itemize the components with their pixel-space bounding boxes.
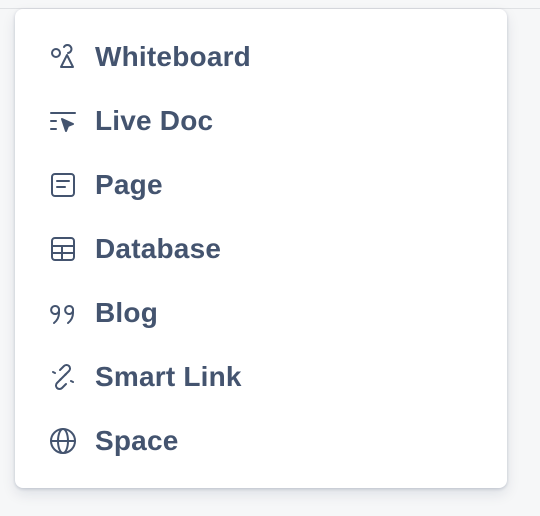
menu-item-label: Whiteboard bbox=[95, 41, 251, 72]
globe-icon bbox=[47, 425, 79, 457]
menu-item-blog[interactable]: Blog bbox=[15, 281, 507, 345]
menu-item-database[interactable]: Database bbox=[15, 217, 507, 281]
link-icon bbox=[47, 361, 79, 393]
menu-item-whiteboard[interactable]: Whiteboard bbox=[15, 25, 507, 89]
page-icon bbox=[47, 169, 79, 201]
whiteboard-shapes-icon bbox=[47, 41, 79, 73]
quote-icon bbox=[47, 297, 79, 329]
create-menu-dropdown: Whiteboard Live Doc Page Database Blog S… bbox=[15, 9, 507, 488]
menu-item-smart-link[interactable]: Smart Link bbox=[15, 345, 507, 409]
menu-item-live-doc[interactable]: Live Doc bbox=[15, 89, 507, 153]
menu-item-label: Database bbox=[95, 233, 222, 264]
menu-item-label: Blog bbox=[95, 297, 159, 328]
menu-item-page[interactable]: Page bbox=[15, 153, 507, 217]
menu-item-label: Live Doc bbox=[95, 105, 214, 136]
menu-item-label: Space bbox=[95, 425, 179, 456]
menu-item-label: Page bbox=[95, 169, 163, 200]
live-doc-icon bbox=[47, 105, 79, 137]
database-table-icon bbox=[47, 233, 79, 265]
menu-item-space[interactable]: Space bbox=[15, 409, 507, 473]
menu-item-label: Smart Link bbox=[95, 361, 242, 392]
